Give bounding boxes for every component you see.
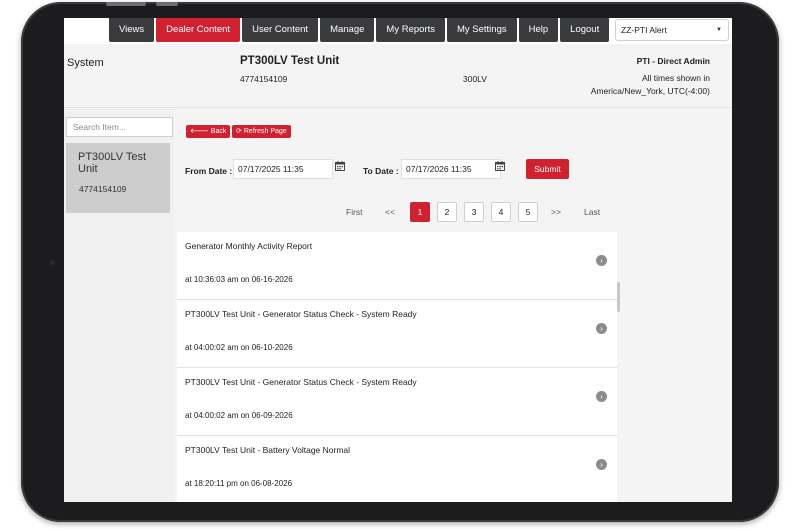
sidebar-item-name: PT300LV Test Unit — [78, 151, 147, 175]
volume-button — [106, 2, 146, 6]
list-scrollbar[interactable] — [617, 282, 620, 312]
unit-serial: 4774154109 — [240, 74, 288, 84]
chevron-right-icon[interactable]: › — [596, 255, 607, 266]
alert-select-value: ZZ-PTI Alert — [621, 25, 667, 35]
nav-views[interactable]: Views — [109, 18, 155, 42]
chevron-right-icon[interactable]: › — [596, 459, 607, 470]
pagination-prev[interactable]: << — [385, 202, 395, 222]
alert-select[interactable]: ZZ-PTI Alert ▼ — [615, 19, 729, 41]
user-role: PTI - Direct Admin — [636, 56, 710, 66]
from-date-label: From Date : — [185, 166, 233, 176]
search-input[interactable] — [66, 117, 173, 137]
pagination-page-3[interactable]: 3 — [464, 202, 484, 222]
nav-my-reports[interactable]: My Reports — [376, 18, 445, 42]
pagination-page-5[interactable]: 5 — [518, 202, 538, 222]
nav-dealer-content[interactable]: Dealer Content — [156, 18, 241, 42]
unit-title: PT300LV Test Unit — [240, 55, 340, 67]
main-content: 🡐 Back ⟳ Refresh Page From Date : 07/17/20… — [174, 109, 732, 502]
main-nav: Views Dealer Content User Content Manage… — [109, 18, 610, 42]
list-item[interactable]: PT300LV Test Unit - Generator Status Che… — [177, 300, 617, 368]
nav-my-settings[interactable]: My Settings — [446, 18, 517, 42]
report-title: Generator Monthly Activity Report — [185, 241, 313, 251]
pagination-page-1[interactable]: 1 — [410, 202, 430, 222]
sidebar-item-serial: 4774154109 — [79, 184, 127, 194]
nav-user-content[interactable]: User Content — [242, 18, 319, 42]
report-title: PT300LV Test Unit - Battery Voltage Norm… — [185, 445, 351, 455]
list-item[interactable]: PT300LV Test Unit - Generator Status Che… — [177, 368, 617, 436]
chevron-right-icon[interactable]: › — [596, 323, 607, 334]
sidebar-item-unit[interactable]: PT300LV Test Unit 4774154109 — [66, 143, 170, 213]
refresh-button-label: Refresh Page — [243, 128, 287, 135]
camera-icon — [50, 260, 55, 265]
pagination-page-2[interactable]: 2 — [437, 202, 457, 222]
submit-button[interactable]: Submit — [526, 159, 569, 179]
calendar-icon[interactable] — [495, 161, 505, 171]
app-screen: Views Dealer Content User Content Manage… — [64, 18, 732, 502]
back-button[interactable]: 🡐 Back — [186, 125, 231, 138]
back-button-label: Back — [210, 128, 227, 135]
unit-header: System PT300LV Test Unit 4774154109 300L… — [64, 44, 732, 108]
caret-down-icon: ▼ — [716, 27, 722, 33]
report-time: at 04:00:02 am on 06-10-2026 — [185, 343, 293, 352]
report-time: at 10:36:03 am on 06-16-2026 — [185, 275, 293, 284]
pagination-last[interactable]: Last — [584, 202, 600, 222]
refresh-icon: ⟳ — [236, 128, 242, 135]
to-date-label: To Date : — [363, 166, 399, 176]
report-time: at 04:00:02 am on 06-09-2026 — [185, 411, 293, 420]
sidebar: PT300LV Test Unit 4774154109 — [64, 109, 174, 502]
list-item[interactable]: Generator Monthly Activity Report at 10:… — [177, 232, 617, 300]
from-date-input[interactable]: 07/17/2025 11:35 — [233, 159, 333, 179]
calendar-icon[interactable] — [335, 161, 345, 171]
report-time: at 18:20:11 pm on 06-08-2026 — [185, 479, 293, 488]
nav-logout[interactable]: Logout — [560, 18, 610, 42]
top-navbar: Views Dealer Content User Content Manage… — [64, 18, 732, 44]
nav-help[interactable]: Help — [518, 18, 559, 42]
pagination-next[interactable]: >> — [551, 202, 561, 222]
unit-model: 300LV — [463, 74, 487, 84]
list-item[interactable]: PT300LV Test Unit - Battery Voltage Norm… — [177, 436, 617, 502]
report-title: PT300LV Test Unit - Generator Status Che… — [185, 377, 417, 387]
report-title: PT300LV Test Unit - Generator Status Che… — [185, 309, 417, 319]
power-button — [156, 2, 178, 6]
pagination-page-4[interactable]: 4 — [491, 202, 511, 222]
section-label: System — [67, 57, 104, 69]
arrow-left-icon: 🡐 — [190, 128, 209, 135]
timezone-note: All times shown in America/New_York, UTC… — [590, 73, 710, 96]
report-list: Generator Monthly Activity Report at 10:… — [177, 232, 617, 502]
pagination-first[interactable]: First — [346, 202, 363, 222]
refresh-button[interactable]: ⟳ Refresh Page — [232, 125, 291, 138]
nav-manage[interactable]: Manage — [320, 18, 375, 42]
chevron-right-icon[interactable]: › — [596, 391, 607, 402]
to-date-input[interactable]: 07/17/2026 11:35 — [401, 159, 501, 179]
